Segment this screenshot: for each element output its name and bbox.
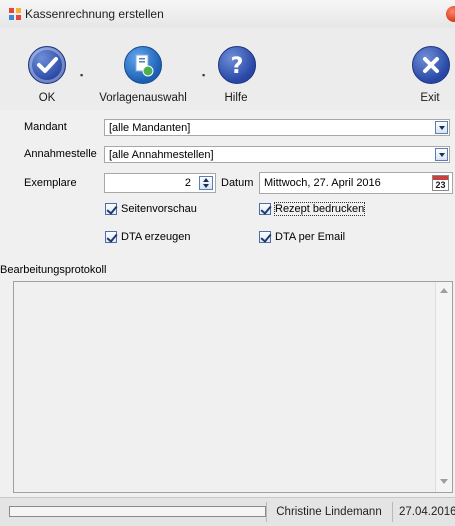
rezept-bedrucken-checkbox[interactable]: Rezept bedrucken	[259, 202, 366, 216]
annahmestelle-label: Annahmestelle	[24, 148, 97, 160]
datum-value: Mittwoch, 27. April 2016	[264, 177, 381, 189]
check-icon	[28, 46, 66, 84]
calendar-icon[interactable]: 23	[432, 175, 449, 191]
vorlagen-dropdown-arrow-icon[interactable]: ▪	[202, 70, 205, 80]
checkbox-checked-icon	[259, 203, 271, 215]
rezept-bedrucken-label: Rezept bedrucken	[273, 202, 366, 216]
progress-bar	[9, 506, 266, 517]
exemplare-stepper[interactable]: 2	[104, 173, 216, 193]
dta-erzeugen-label: DTA erzeugen	[121, 231, 191, 243]
annahmestelle-select[interactable]: [alle Annahmestellen]	[104, 146, 450, 163]
datum-field[interactable]: Mittwoch, 27. April 2016 23	[259, 172, 453, 194]
scroll-down-icon[interactable]	[440, 479, 448, 484]
vertical-scrollbar[interactable]	[435, 282, 452, 492]
mandant-value: [alle Mandanten]	[109, 122, 191, 134]
ok-button[interactable]: OK	[28, 46, 66, 104]
exit-button[interactable]: Exit	[412, 46, 450, 104]
stepper-arrows-icon[interactable]	[199, 176, 213, 190]
template-icon	[124, 46, 162, 84]
status-bar: Christine Lindemann 27.04.2016	[0, 497, 455, 526]
vorlagenauswahl-button[interactable]: Vorlagenauswahl	[95, 46, 191, 104]
seitenvorschau-checkbox[interactable]: Seitenvorschau	[105, 203, 197, 215]
chevron-down-icon[interactable]	[435, 148, 448, 161]
status-user: Christine Lindemann	[266, 502, 391, 522]
app-grid-icon	[9, 8, 21, 20]
seitenvorschau-label: Seitenvorschau	[121, 203, 197, 215]
ok-dropdown-arrow-icon[interactable]: ▪	[80, 70, 83, 80]
checkbox-checked-icon	[105, 203, 117, 215]
ok-label: OK	[38, 92, 56, 104]
help-icon: ?	[218, 46, 256, 84]
exemplare-value: 2	[184, 177, 191, 189]
hilfe-label: Hilfe	[224, 92, 248, 104]
mandant-label: Mandant	[24, 121, 67, 133]
exit-label: Exit	[420, 92, 440, 104]
toolbar: OK ▪ Vorlagenauswahl ▪ ? Hilfe Exit	[0, 28, 455, 110]
annahmestelle-value: [alle Annahmestellen]	[109, 149, 214, 161]
exemplare-label: Exemplare	[24, 177, 77, 189]
dta-erzeugen-checkbox[interactable]: DTA erzeugen	[105, 231, 191, 243]
close-icon	[412, 46, 450, 84]
status-date: 27.04.2016	[392, 502, 455, 522]
datum-label: Datum	[221, 177, 254, 189]
chevron-down-icon[interactable]	[435, 121, 448, 134]
checkbox-checked-icon	[259, 231, 271, 243]
bearbeitungsprotokoll-label: Bearbeitungsprotokoll	[0, 264, 107, 276]
scroll-up-icon[interactable]	[440, 288, 448, 293]
vorlagenauswahl-label: Vorlagenauswahl	[99, 92, 187, 104]
dta-per-email-checkbox[interactable]: DTA per Email	[259, 231, 345, 243]
window-close-icon[interactable]	[446, 6, 455, 22]
title-bar: Kassenrechnung erstellen	[0, 0, 455, 29]
window-title: Kassenrechnung erstellen	[25, 7, 164, 21]
hilfe-button[interactable]: ? Hilfe	[218, 46, 256, 104]
checkbox-checked-icon	[105, 231, 117, 243]
dta-per-email-label: DTA per Email	[275, 231, 346, 243]
svg-text:?: ?	[231, 54, 244, 79]
bearbeitungsprotokoll-textarea[interactable]	[13, 281, 453, 493]
mandant-select[interactable]: [alle Mandanten]	[104, 119, 450, 136]
